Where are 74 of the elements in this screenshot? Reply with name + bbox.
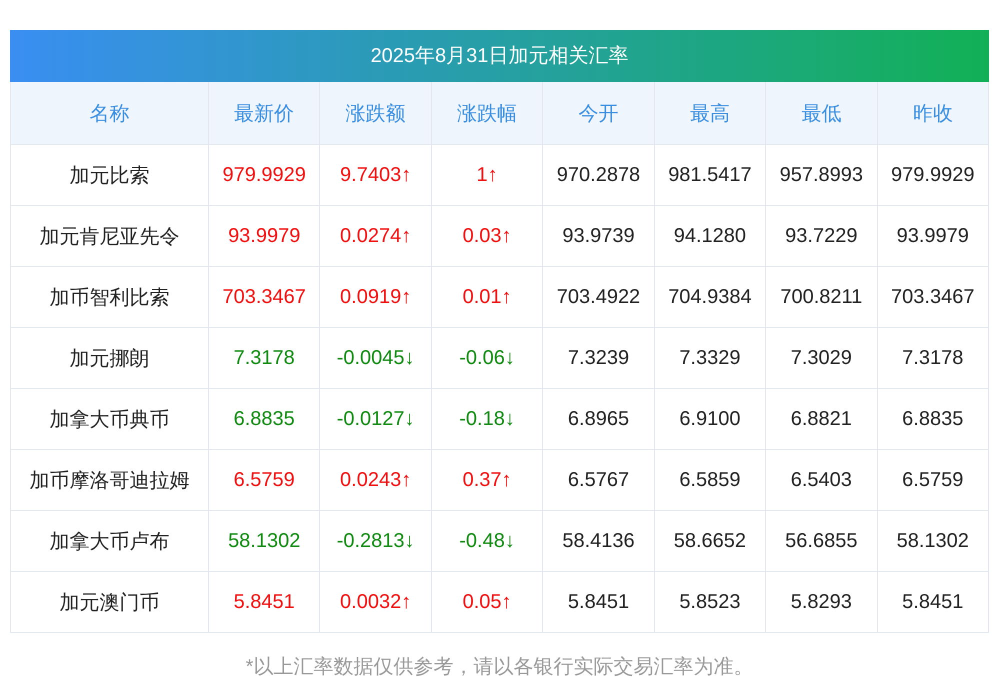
table-cell: 93.9979: [208, 206, 320, 266]
column-header: 最高: [654, 82, 766, 144]
column-header: 名称: [10, 82, 208, 144]
column-header: 昨收: [877, 82, 988, 144]
table-cell: 加元比索: [10, 144, 208, 206]
table-cell: 7.3329: [654, 328, 766, 388]
table-cell: 93.9979: [877, 206, 988, 266]
table-cell: 700.8211: [766, 266, 878, 328]
table-cell: 93.7229: [766, 206, 878, 266]
table-cell: 5.8523: [654, 572, 766, 632]
table-cell: -0.48↓: [431, 510, 543, 572]
table-cell: 9.7403↑: [320, 144, 432, 206]
table-cell: 6.5859: [654, 450, 766, 510]
table-cell: 94.1280: [654, 206, 766, 266]
table-cell: 7.3178: [208, 328, 320, 388]
table-cell: 1↑: [431, 144, 543, 206]
table-cell: 6.5403: [766, 450, 878, 510]
table-cell: 5.8451: [877, 572, 988, 632]
table-cell: 加元挪朗: [10, 328, 208, 388]
table-cell: 6.8835: [208, 388, 320, 450]
table-cell: -0.18↓: [431, 388, 543, 450]
table-cell: 0.05↑: [431, 572, 543, 632]
table-cell: 加元肯尼亚先令: [10, 206, 208, 266]
table-cell: 6.5767: [542, 450, 654, 510]
table-cell: 加元澳门币: [10, 572, 208, 632]
table-cell: 981.5417: [654, 144, 766, 206]
disclaimer-text: *以上汇率数据仅供参考，请以各银行实际交易汇率为准。: [244, 655, 754, 680]
table-cell: -0.06↓: [431, 328, 543, 388]
table-cell: 7.3029: [766, 328, 878, 388]
table-cell: -0.2813↓: [320, 510, 432, 572]
table-cell: -0.0127↓: [320, 388, 432, 450]
table-cell: 58.1302: [877, 510, 988, 572]
table-cell: 7.3178: [877, 328, 988, 388]
table-cell: 5.8451: [542, 572, 654, 632]
table-cell: -0.0045↓: [320, 328, 432, 388]
table-cell: 加币智利比索: [10, 266, 208, 328]
table-cell: 加币摩洛哥迪拉姆: [10, 450, 208, 510]
column-header: 涨跌幅: [431, 82, 543, 144]
table-cell: 703.3467: [877, 266, 988, 328]
table-cell: 703.4922: [542, 266, 654, 328]
column-header: 涨跌额: [320, 82, 432, 144]
table-cell: 6.9100: [654, 388, 766, 450]
table-cell: 0.03↑: [431, 206, 543, 266]
table-cell: 7.3239: [542, 328, 654, 388]
table-cell: 6.8835: [877, 388, 988, 450]
table-cell: 0.0919↑: [320, 266, 432, 328]
table-cell: 979.9929: [877, 144, 988, 206]
table-cell: 979.9929: [208, 144, 320, 206]
table-cell: 58.4136: [542, 510, 654, 572]
table-cell: 93.9739: [542, 206, 654, 266]
column-header: 最新价: [208, 82, 320, 144]
table-cell: 970.2878: [542, 144, 654, 206]
table-cell: 0.0274↑: [320, 206, 432, 266]
table-cell: 5.8293: [766, 572, 878, 632]
table-cell: 703.3467: [208, 266, 320, 328]
table-cell: 704.9384: [654, 266, 766, 328]
table-cell: 0.0032↑: [320, 572, 432, 632]
column-header: 最低: [766, 82, 878, 144]
table-cell: 6.8965: [542, 388, 654, 450]
table-cell: 0.37↑: [431, 450, 543, 510]
table-cell: 0.01↑: [431, 266, 543, 328]
table-title: 2025年8月31日加元相关汇率: [10, 30, 989, 82]
table-cell: 5.8451: [208, 572, 320, 632]
table-cell: 0.0243↑: [320, 450, 432, 510]
table-cell: 6.5759: [208, 450, 320, 510]
table-cell: 957.8993: [766, 144, 878, 206]
table-cell: 加拿大币卢布: [10, 510, 208, 572]
column-header: 今开: [542, 82, 654, 144]
table-cell: 58.1302: [208, 510, 320, 572]
table-cell: 6.8821: [766, 388, 878, 450]
table-cell: 加拿大币典币: [10, 388, 208, 450]
table-cell: 6.5759: [877, 450, 988, 510]
table-cell: 56.6855: [766, 510, 878, 572]
table-cell: 58.6652: [654, 510, 766, 572]
